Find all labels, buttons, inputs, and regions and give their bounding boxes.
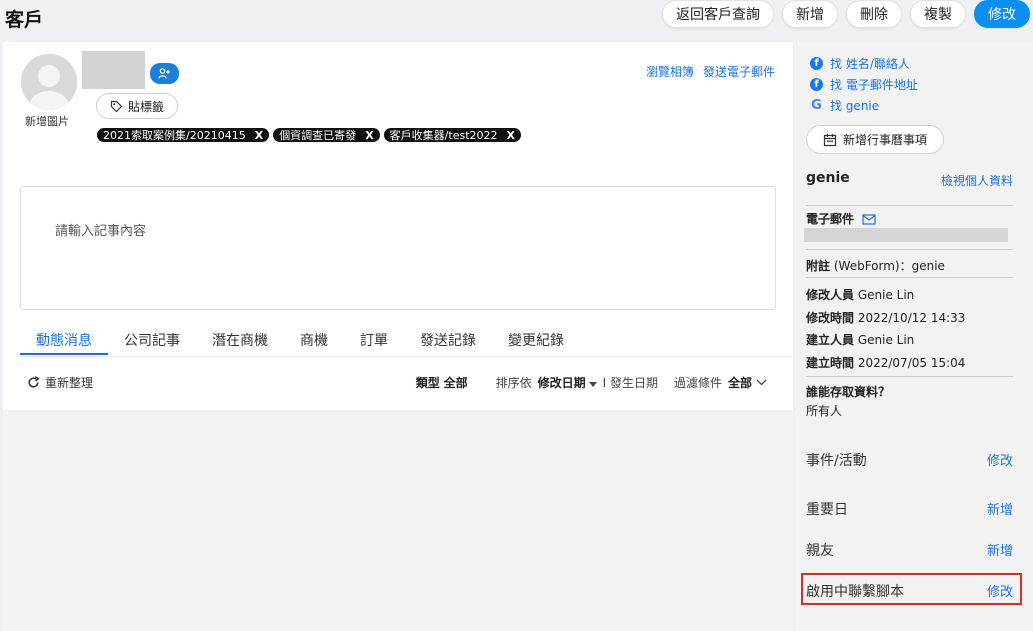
facebook-icon: f (810, 78, 823, 91)
google-icon: G (811, 98, 822, 113)
tab-bar: 動態消息 公司記事 潛在商機 商機 訂單 發送記錄 變更紀錄 (20, 330, 580, 355)
note-placeholder: 請輸入記事內容 (55, 224, 147, 239)
filter-bar: 重新整理 類型 全部 排序依 修改日期 I 發生日期 過濾條件 全部 (27, 374, 767, 394)
main-panel: 新增圖片 貼標籤 2021索取案例集/20210415 X 個資調查已寄發 X … (3, 42, 793, 631)
tab-opportunities[interactable]: 商機 (284, 330, 344, 355)
type-filter[interactable]: 類型 全部 (416, 374, 468, 391)
person-icon (21, 54, 77, 110)
find-name-link[interactable]: f 找 姓名/聯絡人 (810, 55, 910, 72)
tab-activity[interactable]: 動態消息 (20, 330, 108, 355)
condition-label: 過濾條件 (673, 376, 722, 390)
tag-chip-label: 個資調查已寄發 (279, 129, 357, 142)
people-icon (157, 67, 170, 79)
important-dates-section: 重要日 新增 (806, 499, 1013, 519)
note-input[interactable]: 請輸入記事內容 (20, 186, 776, 310)
browse-album-link[interactable]: 瀏覽相簿 (646, 63, 694, 80)
sort-label: 排序依 (495, 376, 532, 390)
avatar[interactable] (21, 54, 77, 110)
condition-select[interactable]: 全部 (728, 374, 767, 391)
copy-button[interactable]: 複製 (910, 0, 966, 28)
email-value-redacted (804, 228, 1008, 242)
important-dates-label: 重要日 (806, 502, 848, 518)
chevron-down-icon (756, 379, 767, 386)
important-dates-add-link[interactable]: 新增 (987, 499, 1013, 518)
add-calendar-label: 新增行事曆事項 (843, 133, 928, 147)
refresh-label: 重新整理 (45, 376, 94, 390)
add-image-label[interactable]: 新增圖片 (25, 113, 69, 129)
tab-divider (20, 356, 793, 357)
condition-value: 全部 (727, 376, 752, 390)
tag-chip-label: 2021索取案例集/20210415 (103, 129, 246, 142)
add-calendar-button[interactable]: 新增行事曆事項 (806, 125, 945, 154)
tab-orders[interactable]: 訂單 (344, 330, 404, 355)
tab-change-log[interactable]: 變更紀錄 (492, 330, 580, 355)
activity-feed-area (3, 410, 793, 631)
divider (806, 277, 1013, 278)
modified-at-field: 修改時間 2022/10/12 14:33 (806, 311, 966, 325)
tab-company-notes[interactable]: 公司記事 (108, 330, 196, 355)
send-email-link[interactable]: 發送電子郵件 (703, 63, 775, 80)
profile-links: 瀏覽相簿 發送電子郵件 (646, 63, 775, 80)
divider (806, 205, 1013, 206)
chevron-down-icon (588, 382, 597, 387)
refresh-button[interactable]: 重新整理 (27, 374, 93, 391)
tag-chip: 2021索取案例集/20210415 X (97, 128, 270, 142)
highlight-box (801, 573, 1022, 605)
tag-remove-button[interactable]: X (365, 129, 373, 142)
tag-chip-label: 客戶收集器/test2022 (389, 129, 498, 142)
mail-icon[interactable] (862, 214, 876, 225)
email-label: 電子郵件 (806, 210, 876, 227)
add-button[interactable]: 新增 (782, 0, 838, 28)
filter-controls: 類型 全部 排序依 修改日期 I 發生日期 過濾條件 全部 (416, 374, 767, 391)
view-profile-link[interactable]: 檢視個人資料 (941, 172, 1013, 189)
find-google-link[interactable]: G 找 genie (810, 97, 879, 114)
right-sidebar: f 找 姓名/聯絡人 f 找 電子郵件地址 G 找 genie 新增行事曆事項 … (795, 42, 1033, 631)
tag-remove-button[interactable]: X (507, 129, 515, 142)
find-email-link[interactable]: f 找 電子郵件地址 (810, 76, 918, 93)
sort-alt-option[interactable]: I 發生日期 (603, 374, 658, 391)
access-label: 誰能存取資料？ (806, 385, 891, 399)
back-to-search-button[interactable]: 返回客戶查詢 (662, 0, 774, 28)
add-tag-label: 貼標籤 (128, 99, 165, 114)
top-actions: 返回客戶查詢 新增 刪除 複製 修改 (662, 0, 1030, 28)
calendar-icon (823, 133, 837, 146)
access-value: 所有人 (806, 404, 843, 418)
sort-select[interactable]: 修改日期 (538, 374, 597, 391)
events-edit-link[interactable]: 修改 (987, 450, 1013, 469)
add-tag-button[interactable]: 貼標籤 (96, 93, 179, 119)
created-by-field: 建立人員 Genie Lin (806, 333, 915, 347)
tag-chip: 個資調查已寄發 X (273, 128, 380, 142)
relatives-section: 親友 新增 (806, 540, 1013, 560)
tag-list: 2021索取案例集/20210415 X 個資調查已寄發 X 客戶收集器/tes… (97, 128, 521, 142)
sort-value: 修改日期 (537, 376, 586, 390)
top-bar: 客戶 返回客戶查詢 新增 刪除 複製 修改 (0, 0, 1033, 40)
tag-chip: 客戶收集器/test2022 X (383, 128, 521, 142)
tab-send-log[interactable]: 發送記錄 (404, 330, 492, 355)
refresh-icon (28, 376, 40, 388)
events-section: 事件/活動 修改 (806, 450, 1013, 470)
modified-by-field: 修改人員 Genie Lin (806, 288, 915, 302)
facebook-icon: f (810, 57, 823, 70)
contact-badge-icon[interactable] (150, 63, 179, 84)
tab-leads[interactable]: 潛在商機 (196, 330, 284, 355)
tag-remove-button[interactable]: X (255, 129, 263, 142)
edit-button[interactable]: 修改 (974, 0, 1030, 28)
tag-icon (110, 100, 123, 112)
type-value: 全部 (443, 376, 468, 390)
customer-name-redacted (82, 51, 145, 89)
events-label: 事件/活動 (806, 453, 867, 469)
note-field: 附註 (WebForm)：genie (806, 259, 945, 273)
divider (806, 249, 1013, 250)
divider (806, 376, 1013, 377)
created-at-field: 建立時間 2022/07/05 15:04 (806, 356, 966, 370)
page-title: 客戶 (5, 9, 44, 31)
relatives-label: 親友 (806, 543, 834, 559)
relatives-add-link[interactable]: 新增 (987, 540, 1013, 559)
delete-button[interactable]: 刪除 (846, 0, 902, 28)
contact-name: genie (806, 170, 850, 186)
type-label: 類型 (415, 376, 440, 390)
